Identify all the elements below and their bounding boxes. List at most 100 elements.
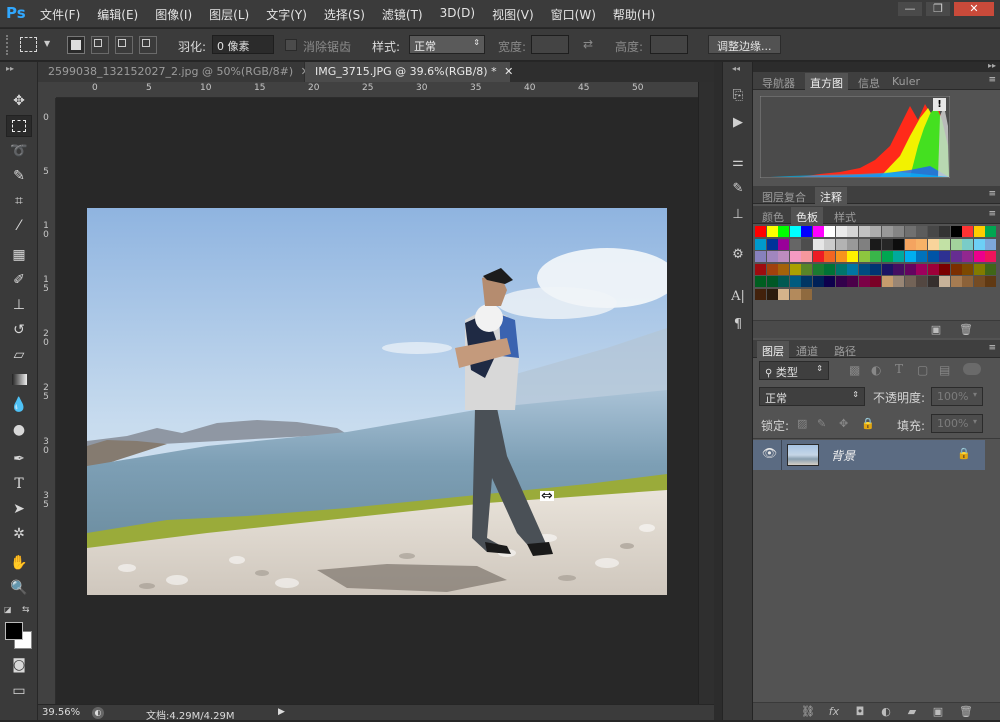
collapse-arrows-icon[interactable]: ▸▸	[988, 61, 996, 70]
color-swatch[interactable]	[973, 276, 985, 287]
filter-smart-icon[interactable]: ▤	[939, 363, 950, 377]
refine-edge-button[interactable]: 调整边缘...	[708, 35, 781, 54]
color-swatch[interactable]	[766, 288, 778, 300]
color-swatch[interactable]	[858, 238, 870, 250]
color-swatch[interactable]	[881, 251, 893, 262]
color-swatch[interactable]	[904, 251, 916, 262]
color-swatch[interactable]	[801, 288, 812, 300]
panel-menu-icon[interactable]: ≡	[988, 209, 996, 219]
color-swatch[interactable]	[893, 251, 904, 262]
color-swatch[interactable]	[835, 263, 847, 275]
menu-item[interactable]: 3D(D)	[440, 6, 475, 22]
color-swatch[interactable]	[858, 263, 870, 275]
document-tab-active[interactable]: IMG_3715.JPG @ 39.6%(RGB/8) * ✕	[305, 62, 513, 82]
color-swatch[interactable]	[950, 263, 962, 275]
new-layer-icon[interactable]: ▣	[931, 705, 945, 719]
gradient-tool-icon[interactable]	[6, 369, 32, 391]
healing-brush-tool-icon[interactable]: ▦	[6, 244, 32, 266]
dock-divider[interactable]	[714, 62, 722, 720]
color-swatch[interactable]	[755, 276, 766, 287]
folder-icon[interactable]: ▰	[905, 705, 919, 719]
color-swatch[interactable]	[881, 226, 893, 237]
color-swatch[interactable]	[812, 226, 824, 237]
color-swatch[interactable]	[870, 251, 881, 262]
color-swatch[interactable]	[962, 238, 973, 250]
color-swatch[interactable]	[835, 226, 847, 237]
collapse-arrows-icon[interactable]: ◂◂	[732, 64, 740, 73]
color-swatch[interactable]	[801, 276, 812, 287]
trash-icon[interactable]: 🗑	[959, 705, 973, 719]
tab-paths[interactable]: 路径	[829, 341, 861, 358]
color-swatch[interactable]	[812, 251, 824, 262]
subtract-selection-icon[interactable]	[115, 36, 133, 54]
tab-info[interactable]: 信息	[853, 73, 885, 90]
color-swatch[interactable]	[812, 276, 824, 287]
color-swatch[interactable]	[847, 251, 858, 262]
color-swatch[interactable]	[973, 238, 985, 250]
fx-icon[interactable]: fx	[827, 705, 841, 719]
color-swatch[interactable]	[789, 226, 801, 237]
color-swatch[interactable]	[939, 263, 950, 275]
status-menu-arrow-icon[interactable]: ▶	[278, 707, 285, 717]
dodge-tool-icon[interactable]: ●	[6, 419, 32, 441]
document-tab[interactable]: 2599038_132152027_2.jpg @ 50%(RGB/8#) ✕	[38, 62, 310, 82]
menu-item[interactable]: 选择(S)	[324, 6, 365, 22]
intersect-selection-icon[interactable]	[139, 36, 157, 54]
menu-item[interactable]: 编辑(E)	[97, 6, 138, 22]
color-swatch[interactable]	[916, 238, 927, 250]
preset-dropdown-arrow[interactable]: ▼	[44, 39, 50, 48]
filter-shape-icon[interactable]: ▢	[917, 363, 928, 377]
color-swatch[interactable]	[985, 238, 996, 250]
color-swatch[interactable]	[766, 263, 778, 275]
close-tab-icon[interactable]: ✕	[504, 65, 513, 78]
add-selection-icon[interactable]	[91, 36, 109, 54]
color-swatch[interactable]	[858, 276, 870, 287]
color-swatch[interactable]	[755, 226, 766, 237]
tab-channels[interactable]: 通道	[791, 341, 823, 358]
color-swatch[interactable]	[870, 276, 881, 287]
color-swatch[interactable]	[789, 288, 801, 300]
document-image[interactable]	[87, 208, 667, 595]
color-swatch[interactable]	[847, 238, 858, 250]
color-swatch[interactable]	[801, 251, 812, 262]
color-swatch[interactable]	[904, 263, 916, 275]
color-swatch[interactable]	[939, 276, 950, 287]
color-swatch[interactable]	[904, 276, 916, 287]
brush-panel-icon[interactable]: ✎	[727, 178, 749, 200]
hand-tool-icon[interactable]: ✋	[6, 552, 32, 574]
lock-pixels-icon[interactable]: ✎	[817, 417, 826, 430]
color-swatch[interactable]	[778, 263, 789, 275]
horizontal-ruler[interactable]: 0 5 10 15 20 25 30 35 40 45 50	[56, 82, 698, 98]
lock-transparency-icon[interactable]: ▨	[797, 417, 807, 430]
tab-layers[interactable]: 图层	[757, 341, 789, 358]
layer-row-background[interactable]: 👁 背景 🔒	[753, 440, 985, 470]
actions-panel-icon[interactable]: ▶	[727, 112, 749, 134]
color-swatch[interactable]	[858, 226, 870, 237]
color-swatch[interactable]	[916, 226, 927, 237]
color-swatch[interactable]	[858, 251, 870, 262]
menu-item[interactable]: 滤镜(T)	[382, 6, 423, 22]
marquee-tool-icon[interactable]	[6, 115, 32, 137]
color-swatch[interactable]	[962, 226, 973, 237]
color-swatch[interactable]	[881, 238, 893, 250]
feather-input[interactable]: 0 像素	[212, 35, 274, 54]
grip-handle[interactable]	[6, 35, 10, 55]
color-swatch[interactable]	[985, 226, 996, 237]
color-swatch[interactable]	[824, 238, 835, 250]
tab-notes[interactable]: 注释	[815, 187, 847, 204]
color-swatch[interactable]	[812, 263, 824, 275]
color-swatch[interactable]	[755, 263, 766, 275]
color-swatch[interactable]	[801, 263, 812, 275]
filter-toggle[interactable]	[963, 363, 981, 375]
quick-mask-icon[interactable]: ◙	[6, 654, 32, 676]
color-swatch[interactable]	[985, 276, 996, 287]
menu-item[interactable]: 图层(L)	[209, 6, 249, 22]
color-swatch[interactable]	[927, 251, 939, 262]
foreground-color-swatch[interactable]	[5, 622, 23, 640]
tab-swatches[interactable]: 色板	[791, 207, 823, 224]
color-swatch[interactable]	[789, 251, 801, 262]
quick-select-tool-icon[interactable]: ✎	[6, 165, 32, 187]
color-swatch[interactable]	[973, 226, 985, 237]
crop-tool-icon[interactable]: ⌗	[6, 190, 32, 212]
color-swatch[interactable]	[812, 238, 824, 250]
